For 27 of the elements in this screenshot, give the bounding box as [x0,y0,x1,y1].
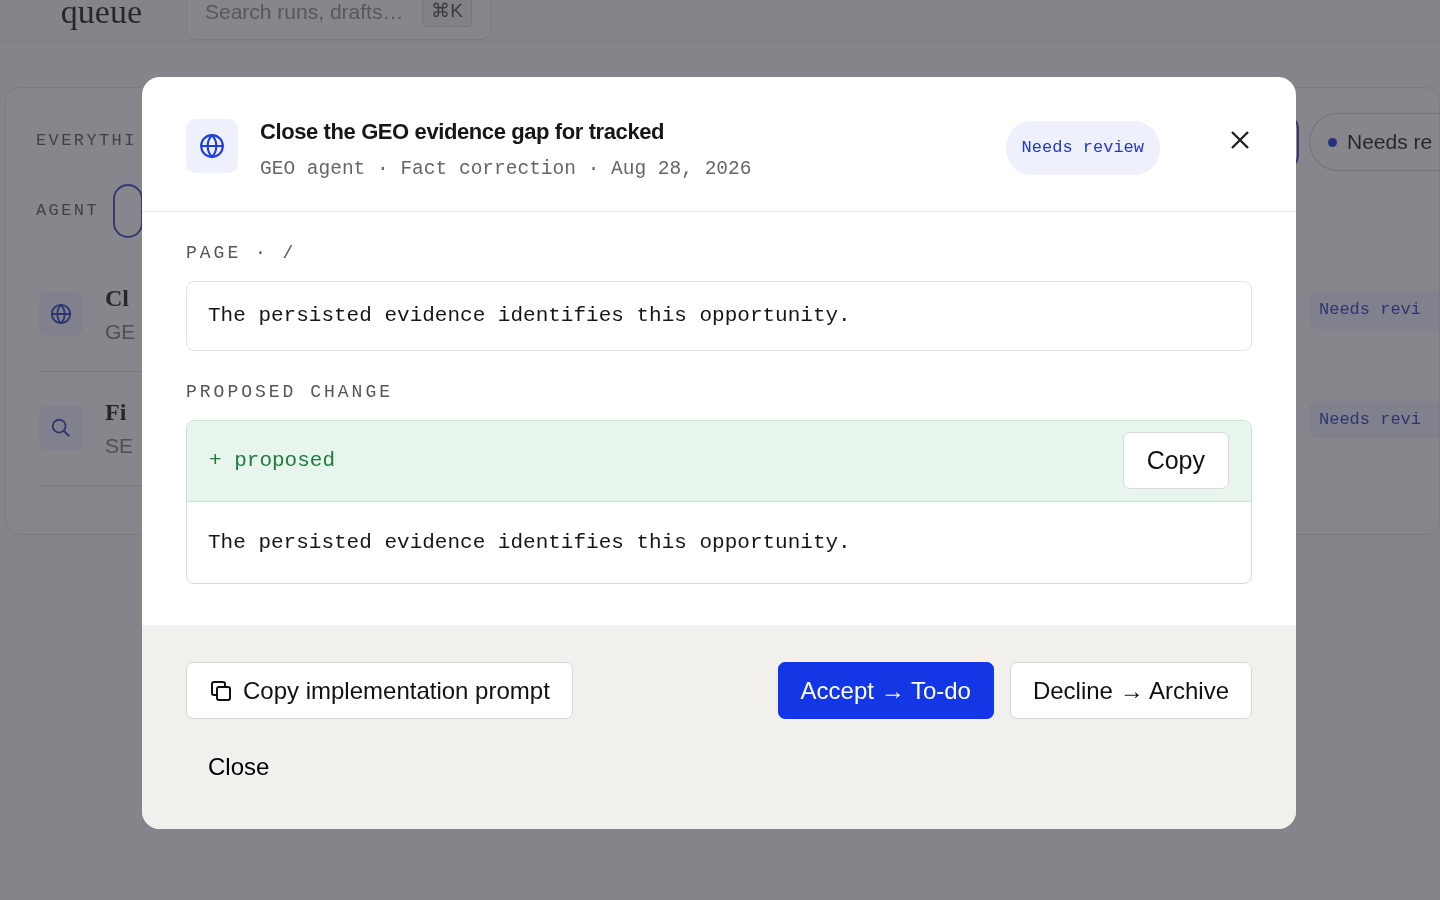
search-icon [50,417,72,439]
status-badge: Needs review [1005,121,1160,175]
shortcut-key: ⌘K [422,0,472,27]
status-dot [1328,137,1337,147]
section-label: EVERYTHI [36,130,137,152]
row-title: Fi [105,398,128,428]
globe-icon [199,133,225,159]
section-label: AGENT [36,199,99,222]
page-title: queue [59,0,142,32]
status-badge: Needs revi [1309,291,1439,329]
proposed-text: The persisted evidence identifies this opportunity. [207,529,852,556]
chip-label: Needs re [1347,129,1433,156]
decline-button[interactable]: Decline → Archive [1009,662,1252,719]
field-label: PROPOSED CHANGE [186,380,395,404]
dialog-meta: GEO agent · Fact correction · Aug 28, 2026 [260,157,753,183]
field-label: PAGE · / [186,242,298,265]
status-badge: Needs revi [1309,400,1439,438]
close-button[interactable]: Close [186,749,292,785]
copy-icon [209,678,233,703]
diff-line: + proposed [209,447,336,474]
globe-icon [50,303,72,325]
accept-button[interactable]: Accept → To-do [777,662,994,719]
row-title: Cl [105,284,130,314]
current-text: The persisted evidence identifies this opportunity. [186,281,1252,351]
copy-button[interactable]: Copy [1122,431,1229,490]
dialog-title: Close the GEO evidence gap for tracked [260,119,666,146]
copy-prompt-button[interactable]: Copy implementation prompt [186,662,573,719]
